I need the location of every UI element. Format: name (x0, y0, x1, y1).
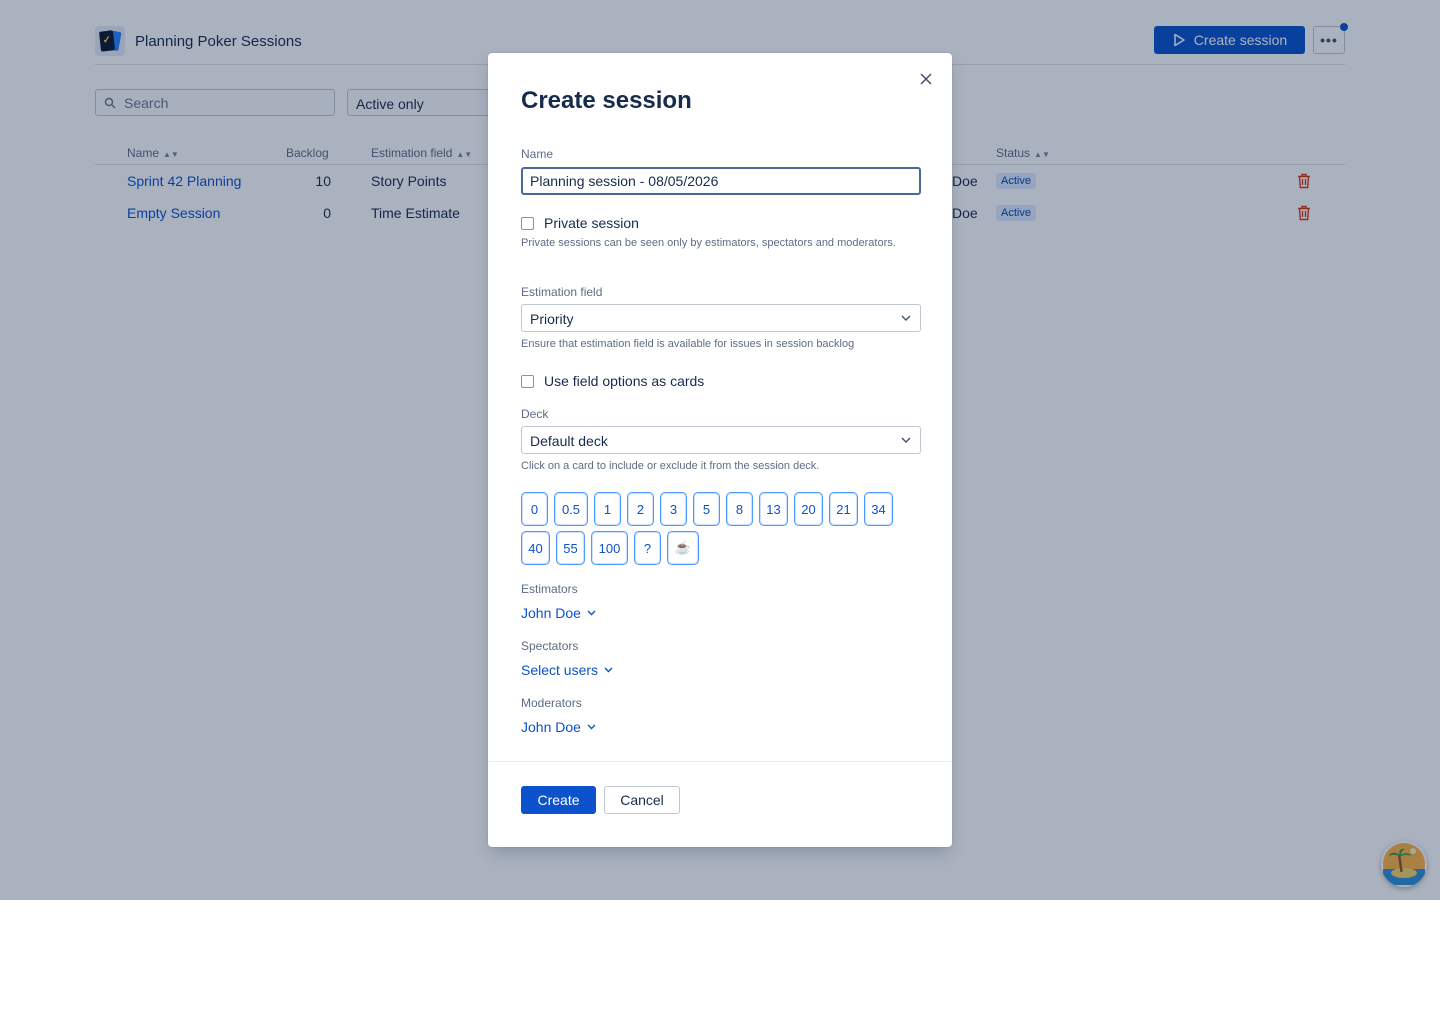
deck-card[interactable]: 0 (521, 492, 548, 526)
chevron-down-icon (901, 437, 911, 443)
deck-card[interactable]: 2 (627, 492, 654, 526)
private-session-checkbox[interactable] (521, 216, 534, 230)
private-session-row[interactable]: Private session (521, 215, 639, 231)
estimation-field-select[interactable]: Priority (521, 304, 921, 332)
field-options-row[interactable]: Use field options as cards (521, 373, 704, 389)
moderators-label: Moderators (521, 696, 582, 710)
moderators-value: John Doe (521, 719, 581, 735)
deck-card[interactable]: 1 (594, 492, 621, 526)
close-icon[interactable] (918, 71, 934, 87)
estimators-label: Estimators (521, 582, 578, 596)
private-session-help: Private sessions can be seen only by est… (521, 237, 896, 249)
estimation-field-selected: Priority (530, 311, 574, 327)
create-session-dialog: Create session Name Private session Priv… (488, 53, 952, 847)
chevron-down-icon (587, 610, 596, 616)
spectators-picker[interactable]: Select users (521, 662, 613, 678)
deck-card[interactable]: 0.5 (554, 492, 588, 526)
deck-help: Click on a card to include or exclude it… (521, 460, 820, 472)
deck-card[interactable]: 8 (726, 492, 753, 526)
deck-select[interactable]: Default deck (521, 426, 921, 454)
moderators-picker[interactable]: John Doe (521, 719, 596, 735)
deck-label: Deck (521, 407, 549, 421)
deck-card[interactable]: ? (634, 531, 661, 565)
private-session-label: Private session (544, 215, 639, 231)
spectators-value: Select users (521, 662, 599, 678)
dialog-footer-divider (488, 761, 952, 762)
chevron-down-icon (604, 667, 613, 673)
spectators-label: Spectators (521, 639, 579, 653)
cancel-button[interactable]: Cancel (604, 786, 680, 814)
deck-card[interactable]: 55 (556, 531, 585, 565)
deck-selected: Default deck (530, 433, 608, 449)
chevron-down-icon (901, 315, 911, 321)
coffee-card-icon[interactable]: ☕ (667, 531, 699, 565)
session-name-input[interactable] (521, 167, 921, 195)
estimation-field-label: Estimation field (521, 285, 603, 299)
chevron-down-icon (587, 724, 596, 730)
deck-card[interactable]: 40 (521, 531, 550, 565)
deck-card[interactable]: 21 (829, 492, 858, 526)
estimation-field-help: Ensure that estimation field is availabl… (521, 338, 855, 350)
estimators-value: John Doe (521, 605, 581, 621)
dialog-title: Create session (521, 87, 692, 114)
deck-card[interactable]: 3 (660, 492, 687, 526)
name-label: Name (521, 147, 554, 161)
deck-card[interactable]: 5 (693, 492, 720, 526)
deck-card[interactable]: 13 (759, 492, 788, 526)
create-button[interactable]: Create (521, 786, 596, 814)
field-options-label: Use field options as cards (544, 373, 705, 389)
field-options-checkbox[interactable] (521, 374, 534, 388)
deck-card[interactable]: 100 (591, 531, 628, 565)
deck-card[interactable]: 20 (794, 492, 823, 526)
deck-card[interactable]: 34 (864, 492, 893, 526)
estimators-picker[interactable]: John Doe (521, 605, 596, 621)
